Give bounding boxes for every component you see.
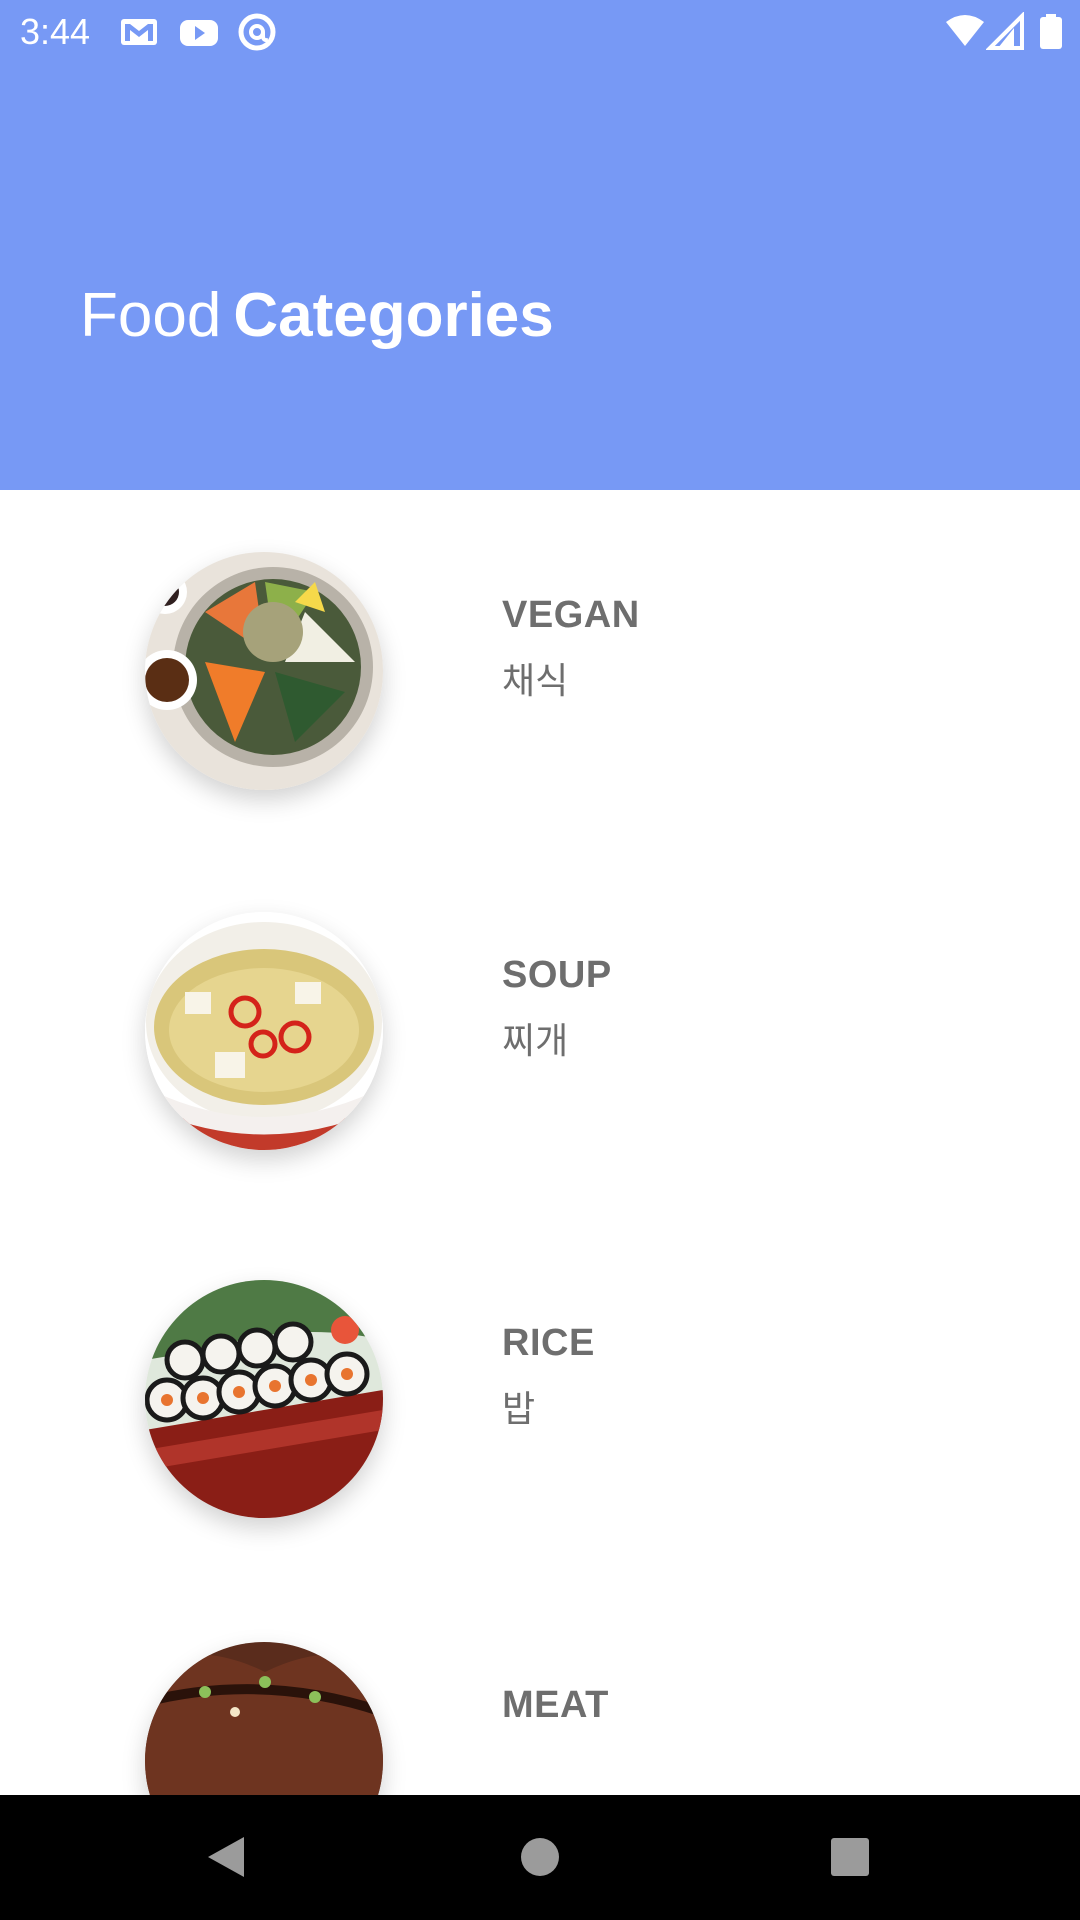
kimbap-image	[145, 1280, 383, 1518]
bibimbap-image	[145, 552, 383, 790]
page-title: Food Categories	[80, 280, 554, 351]
category-name: VEGAN	[502, 594, 640, 636]
page-title-bold: Categories	[233, 281, 554, 350]
wifi-icon	[946, 15, 984, 46]
category-name: MEAT	[502, 1684, 609, 1726]
category-korean-name: 찌개	[502, 1021, 569, 1062]
category-item-meat[interactable]: MEAT	[0, 1642, 1080, 1795]
grilled-meat-image	[145, 1642, 383, 1795]
category-name: SOUP	[502, 954, 612, 996]
youtube-icon	[180, 20, 218, 46]
home-icon[interactable]	[510, 1827, 570, 1887]
battery-icon	[1040, 14, 1062, 49]
category-name: RICE	[502, 1322, 595, 1364]
cell-signal-icon	[986, 12, 1024, 50]
category-item-rice[interactable]: RICE 밥	[0, 1280, 1080, 1580]
status-time: 3:44	[20, 11, 91, 52]
category-korean-name: 채식	[502, 661, 569, 702]
soup-bowl-image	[145, 912, 383, 1150]
back-icon[interactable]	[196, 1827, 256, 1887]
recents-icon[interactable]	[820, 1827, 880, 1887]
at-sign-icon	[238, 13, 276, 51]
page-title-light: Food	[80, 281, 222, 350]
category-list: VEGAN 채식 SOUP 찌개 RICE 밥 MEAT	[0, 490, 1080, 1795]
status-bar: 3:44	[0, 0, 1080, 64]
category-korean-name: 밥	[502, 1389, 536, 1430]
gmail-icon	[121, 19, 157, 45]
category-item-soup[interactable]: SOUP 찌개	[0, 912, 1080, 1212]
navigation-bar	[0, 1795, 1080, 1920]
category-item-vegan[interactable]: VEGAN 채식	[0, 552, 1080, 852]
header: 3:44 Food Categories	[0, 0, 1080, 490]
